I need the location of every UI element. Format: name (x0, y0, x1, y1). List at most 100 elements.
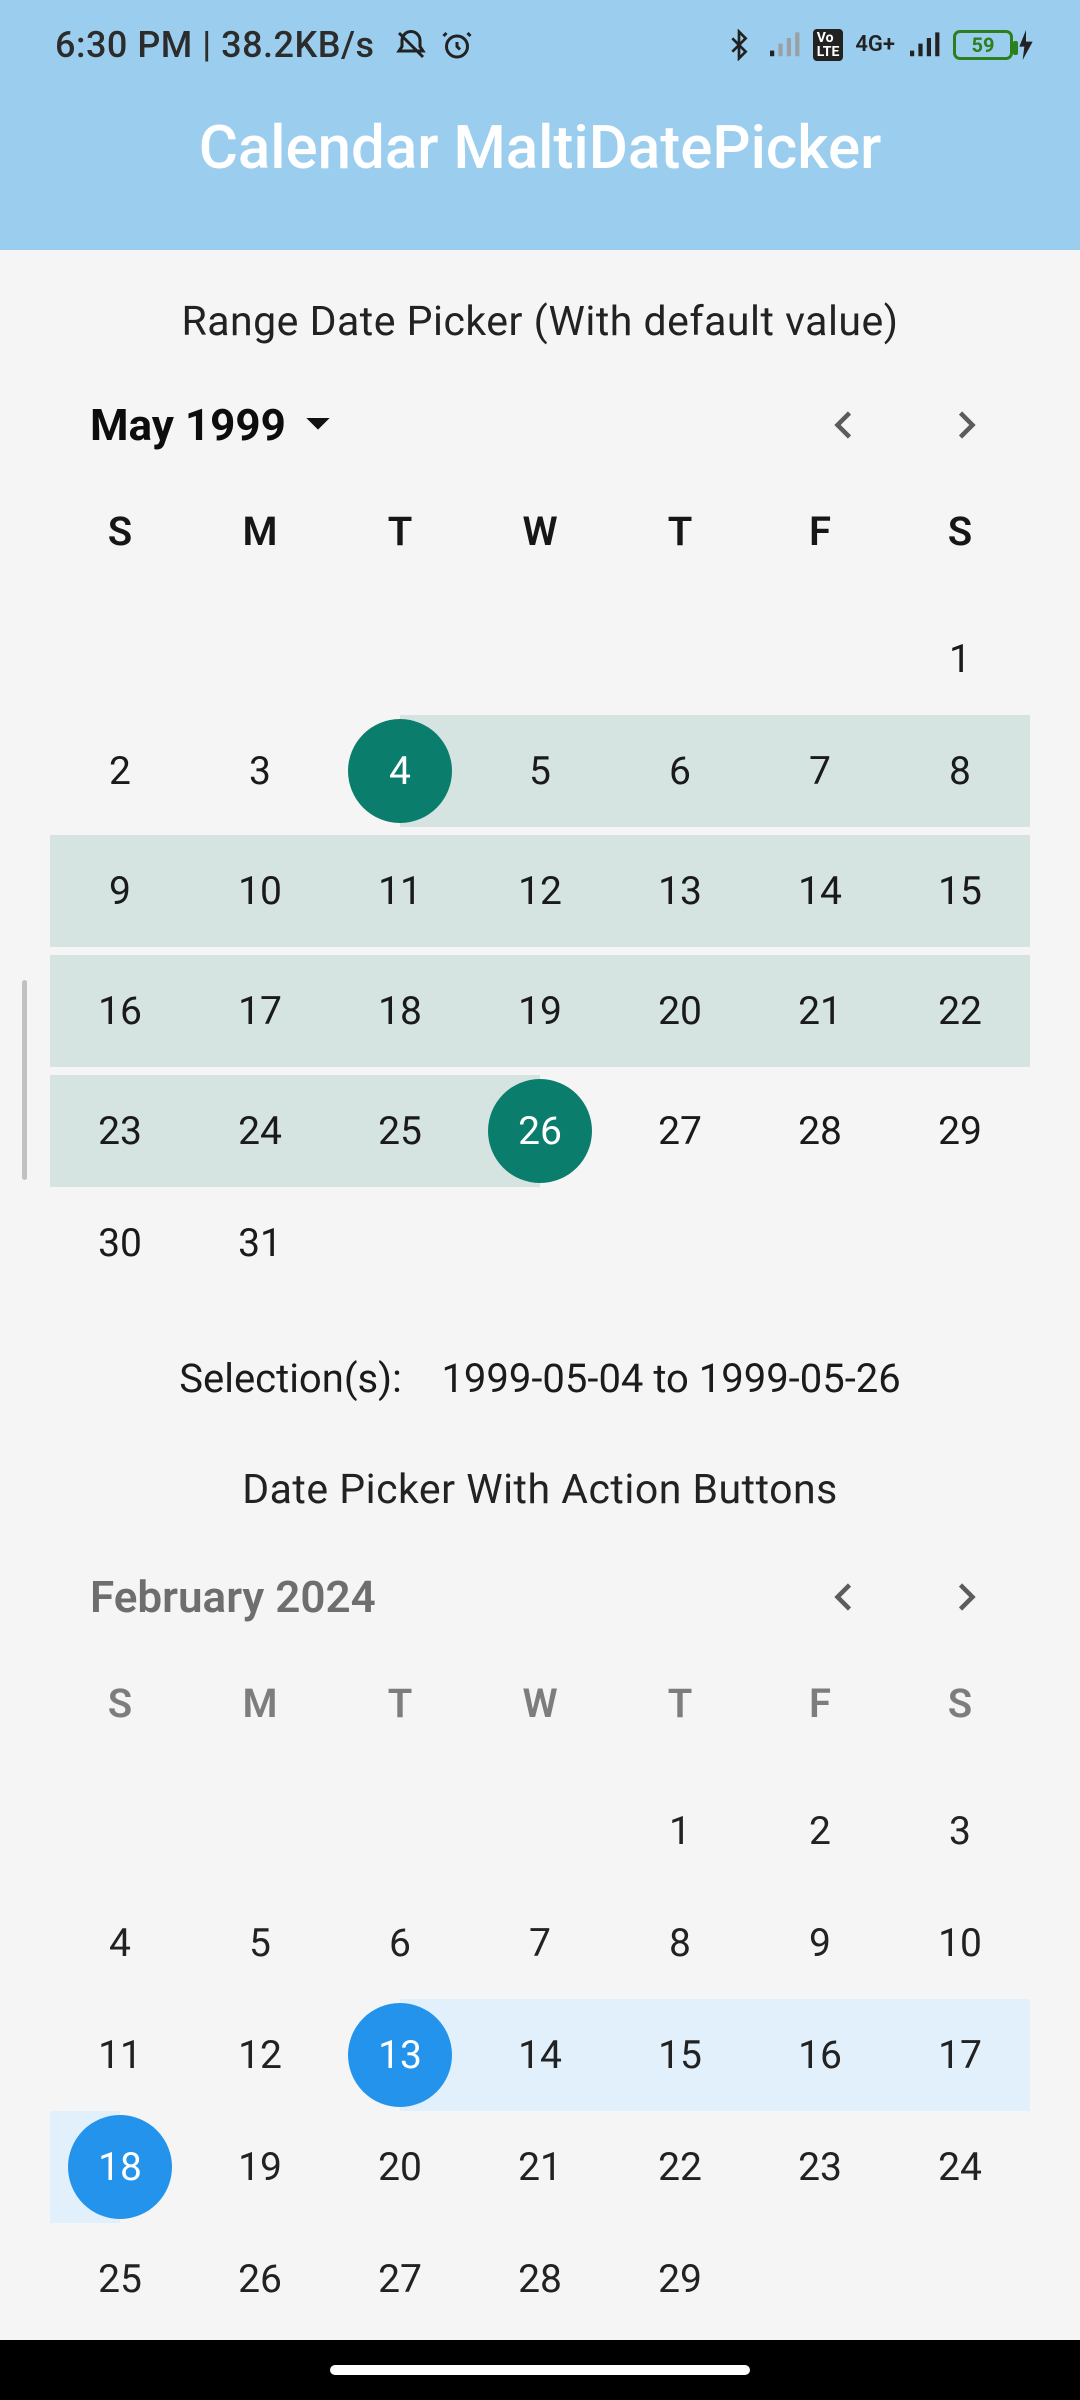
scroll-indicator (22, 980, 27, 1180)
charging-icon (1017, 30, 1035, 60)
dow: T (610, 490, 750, 603)
day-cell[interactable]: 6 (330, 1887, 470, 1999)
next-month-button[interactable] (930, 1562, 1000, 1632)
day-cell[interactable]: 1 (610, 1775, 750, 1887)
signal-icon (907, 31, 941, 59)
day-cell[interactable]: 20 (330, 2111, 470, 2223)
dow: S (890, 490, 1030, 603)
month-selector[interactable]: February 2024 (50, 1571, 376, 1623)
day-cell[interactable]: 23 (750, 2111, 890, 2223)
next-month-button[interactable] (930, 390, 1000, 460)
day-cell[interactable]: 16 (50, 955, 190, 1067)
day-cell[interactable]: 12 (190, 1999, 330, 2111)
month-label: February 2024 (90, 1571, 376, 1623)
day-cell[interactable]: 15 (890, 835, 1030, 947)
day-cell-range-start[interactable]: 4 (330, 715, 470, 827)
calendar2-grid: S M T W T F S 1 2 3 4 5 6 7 8 (50, 1662, 1030, 2335)
section2-title: Date Picker With Action Buttons (0, 1402, 1080, 1532)
alarm-icon (439, 27, 475, 63)
day-cell[interactable]: 17 (190, 955, 330, 1067)
month-selector[interactable]: May 1999 (50, 399, 332, 451)
day-cell[interactable]: 14 (750, 835, 890, 947)
day-cell[interactable]: 14 (470, 1999, 610, 2111)
day-cell[interactable]: 24 (190, 1075, 330, 1187)
day-cell[interactable]: 22 (610, 2111, 750, 2223)
calendar1-grid: S M T W T F S 1 2 3 4 5 6 (50, 490, 1030, 1299)
day-cell[interactable]: 13 (610, 835, 750, 947)
day-empty (190, 603, 330, 715)
dnd-icon (393, 27, 429, 63)
prev-month-button[interactable] (810, 1562, 880, 1632)
day-cell[interactable]: 7 (750, 715, 890, 827)
day-cell[interactable]: 25 (50, 2223, 190, 2335)
day-cell[interactable]: 10 (890, 1887, 1030, 1999)
day-cell[interactable]: 2 (50, 715, 190, 827)
day-cell[interactable]: 31 (190, 1187, 330, 1299)
month-label: May 1999 (90, 399, 286, 451)
day-cell[interactable]: 19 (190, 2111, 330, 2223)
prev-month-button[interactable] (810, 390, 880, 460)
day-cell[interactable]: 25 (330, 1075, 470, 1187)
day-cell[interactable]: 3 (890, 1775, 1030, 1887)
day-cell[interactable]: 6 (610, 715, 750, 827)
status-time: 6:30 PM | 38.2KB/s (55, 24, 375, 66)
day-cell[interactable]: 7 (470, 1887, 610, 1999)
day-cell[interactable]: 2 (750, 1775, 890, 1887)
day-cell-range-end[interactable]: 18 (50, 2111, 190, 2223)
day-cell[interactable]: 11 (330, 835, 470, 947)
day-empty (610, 1187, 750, 1299)
day-cell[interactable]: 9 (750, 1887, 890, 1999)
battery-indicator: 59 (953, 30, 1035, 60)
day-cell[interactable]: 4 (50, 1887, 190, 1999)
day-cell[interactable]: 5 (470, 715, 610, 827)
day-cell[interactable]: 19 (470, 955, 610, 1067)
day-cell[interactable]: 29 (610, 2223, 750, 2335)
day-cell[interactable]: 28 (470, 2223, 610, 2335)
selection-summary: Selection(s): 1999-05-04 to 1999-05-26 (50, 1299, 1030, 1402)
bluetooth-icon (723, 29, 755, 61)
day-cell[interactable]: 27 (330, 2223, 470, 2335)
dow: M (190, 490, 330, 603)
calendar1: May 1999 S M T W T F (50, 360, 1030, 1402)
day-empty (470, 603, 610, 715)
day-cell[interactable]: 3 (190, 715, 330, 827)
day-cell[interactable]: 15 (610, 1999, 750, 2111)
day-cell[interactable]: 23 (50, 1075, 190, 1187)
day-cell[interactable]: 24 (890, 2111, 1030, 2223)
dow: F (750, 1662, 890, 1775)
volte-icon: VoLTE (813, 29, 844, 61)
day-cell-range-start[interactable]: 13 (330, 1999, 470, 2111)
day-cell[interactable]: 10 (190, 835, 330, 947)
day-cell[interactable]: 18 (330, 955, 470, 1067)
day-empty (750, 603, 890, 715)
gesture-pill[interactable] (330, 2365, 750, 2375)
day-cell[interactable]: 11 (50, 1999, 190, 2111)
dow: W (470, 1662, 610, 1775)
day-cell[interactable]: 27 (610, 1075, 750, 1187)
day-cell[interactable]: 5 (190, 1887, 330, 1999)
day-cell[interactable]: 30 (50, 1187, 190, 1299)
day-cell[interactable]: 28 (750, 1075, 890, 1187)
day-cell[interactable]: 1 (890, 603, 1030, 715)
day-cell[interactable]: 29 (890, 1075, 1030, 1187)
day-cell[interactable]: 12 (470, 835, 610, 947)
day-cell[interactable]: 20 (610, 955, 750, 1067)
calendar2: February 2024 S M T W T F S (50, 1532, 1030, 2335)
day-cell[interactable]: 22 (890, 955, 1030, 1067)
chevron-right-icon (947, 1579, 983, 1615)
day-cell[interactable]: 21 (750, 955, 890, 1067)
day-cell[interactable]: 21 (470, 2111, 610, 2223)
day-empty (330, 1775, 470, 1887)
day-cell[interactable]: 8 (890, 715, 1030, 827)
day-cell[interactable]: 17 (890, 1999, 1030, 2111)
day-empty (330, 1187, 470, 1299)
day-cell[interactable]: 26 (190, 2223, 330, 2335)
day-cell[interactable]: 16 (750, 1999, 890, 2111)
day-empty (50, 603, 190, 715)
day-cell-range-end[interactable]: 26 (470, 1075, 610, 1187)
status-bar: 6:30 PM | 38.2KB/s VoLTE 4G+ (0, 0, 1080, 90)
day-cell[interactable]: 8 (610, 1887, 750, 1999)
day-cell[interactable]: 9 (50, 835, 190, 947)
day-empty (610, 603, 750, 715)
dow: T (610, 1662, 750, 1775)
